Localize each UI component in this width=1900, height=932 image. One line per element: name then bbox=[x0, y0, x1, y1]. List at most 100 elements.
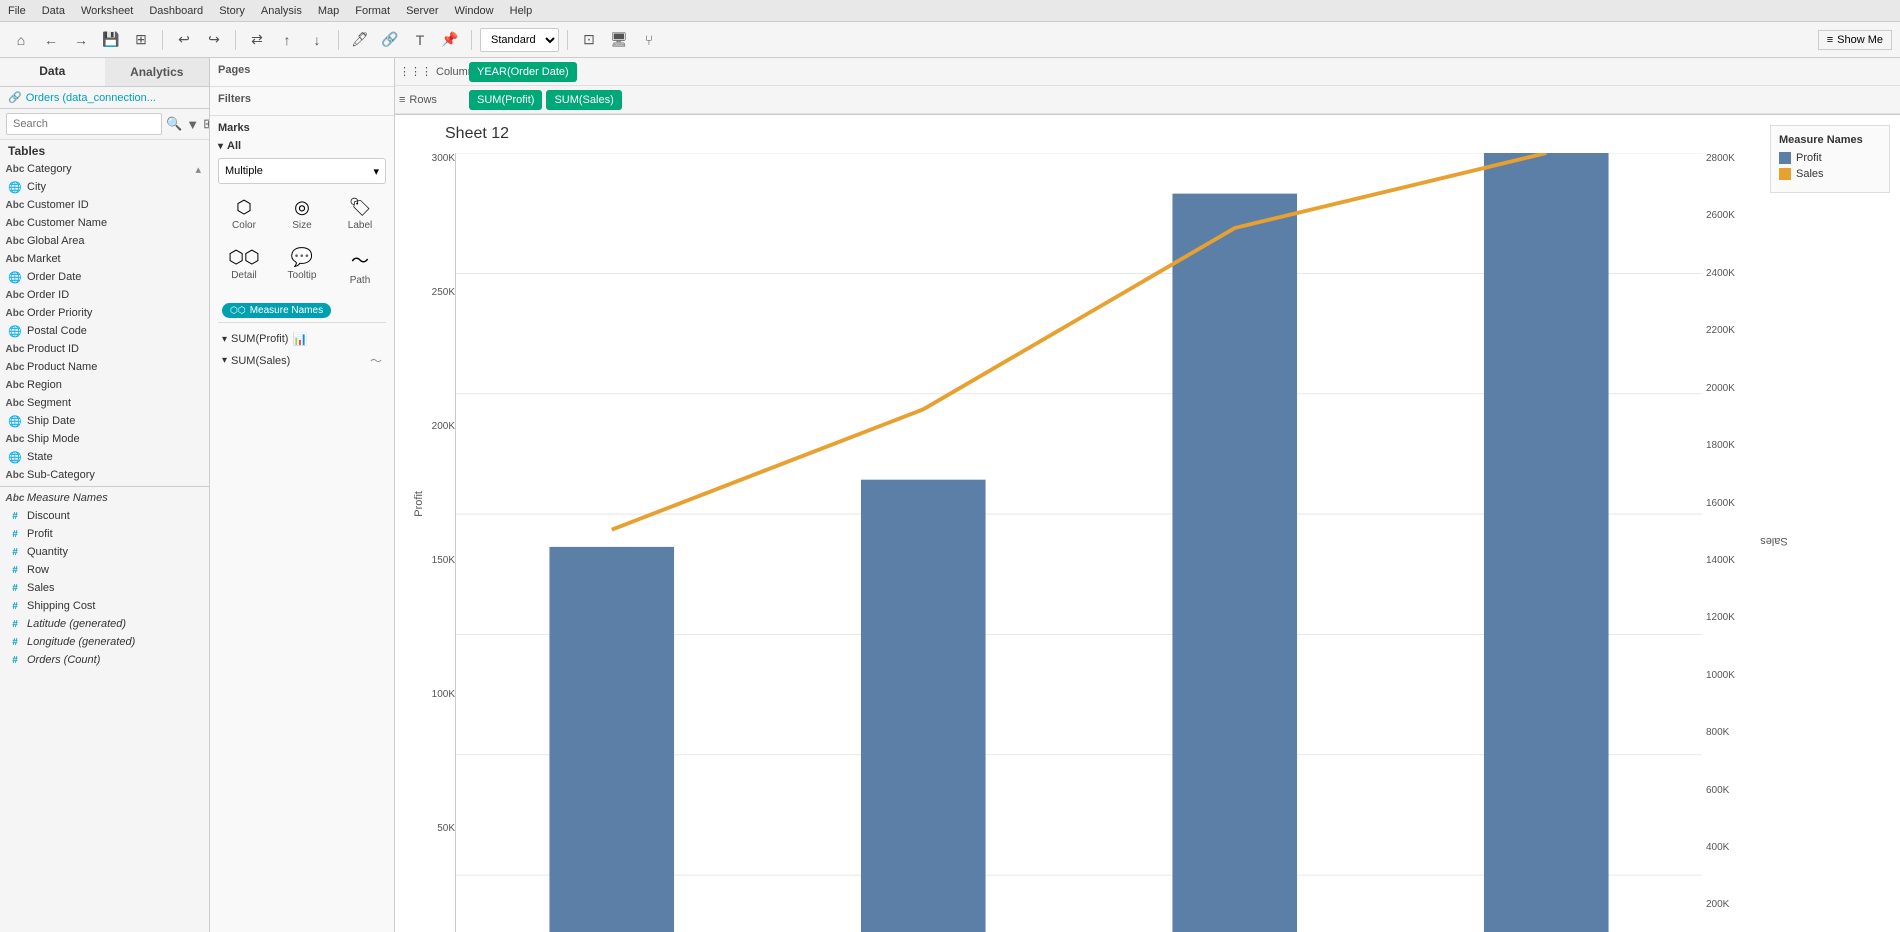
measure-names-chip[interactable]: Measure Names bbox=[222, 303, 331, 318]
show-me-button[interactable]: ≡ Show Me bbox=[1818, 30, 1892, 50]
sum-sales-arrow: ▾ bbox=[222, 355, 227, 366]
field-item-segment[interactable]: AbcSegment bbox=[0, 394, 209, 412]
marks-type-dropdown[interactable]: Multiple ▾ bbox=[218, 158, 386, 184]
field-item-state[interactable]: 🌐State bbox=[0, 448, 209, 466]
field-item-quantity[interactable]: #Quantity bbox=[0, 543, 209, 561]
standard-dropdown[interactable]: Standard bbox=[480, 28, 559, 52]
share-button[interactable]: ⑂ bbox=[636, 27, 662, 53]
swap-button[interactable]: ⇄ bbox=[244, 27, 270, 53]
detail-mark[interactable]: ⬡⬡ Detail bbox=[218, 242, 270, 291]
pin-button[interactable]: 📌 bbox=[437, 27, 463, 53]
undo-button[interactable]: ← bbox=[38, 27, 64, 53]
view-toggle-icon[interactable]: ⊞ bbox=[203, 116, 210, 132]
menu-analysis[interactable]: Analysis bbox=[261, 5, 302, 17]
field-item-product-id[interactable]: AbcProduct ID bbox=[0, 340, 209, 358]
field-item-longitude-(generated)[interactable]: # Longitude (generated) bbox=[0, 633, 209, 651]
menu-dashboard[interactable]: Dashboard bbox=[149, 5, 203, 17]
field-label: Category bbox=[27, 163, 72, 175]
field-item-global-area[interactable]: AbcGlobal Area bbox=[0, 232, 209, 250]
field-item-order-priority[interactable]: AbcOrder Priority bbox=[0, 304, 209, 322]
field-item-order-id[interactable]: AbcOrder ID bbox=[0, 286, 209, 304]
home-icon[interactable]: ⌂ bbox=[8, 27, 34, 53]
field-item-orders-(count)[interactable]: #Orders (Count) bbox=[0, 651, 209, 669]
highlight-button[interactable]: 🖊 bbox=[347, 27, 373, 53]
field-label: Sales bbox=[27, 582, 55, 594]
menu-window[interactable]: Window bbox=[455, 5, 494, 17]
field-item-discount[interactable]: #Discount bbox=[0, 507, 209, 525]
field-label: Longitude (generated) bbox=[27, 636, 135, 648]
sort-asc-button[interactable]: ↑ bbox=[274, 27, 300, 53]
sort-desc-button[interactable]: ↓ bbox=[304, 27, 330, 53]
menu-file[interactable]: File bbox=[8, 5, 26, 17]
pages-title: Pages bbox=[218, 64, 386, 76]
device-button[interactable]: 🖥 bbox=[606, 27, 632, 53]
data-source-row[interactable]: 🔗 Orders (data_connection... bbox=[0, 87, 209, 109]
shelf-area: ⋮⋮⋮ Columns YEAR(Order Date) ≡ Rows SUM(… bbox=[395, 58, 1900, 115]
field-item-shipping-cost[interactable]: #Shipping Cost bbox=[0, 597, 209, 615]
search-input[interactable] bbox=[6, 113, 162, 135]
y-tick-100k: 100K bbox=[432, 689, 455, 700]
field-item-customer-id[interactable]: AbcCustomer ID bbox=[0, 196, 209, 214]
sum-sales-pill[interactable]: SUM(Sales) bbox=[546, 90, 621, 110]
pages-section: Pages bbox=[210, 58, 394, 87]
field-item-city[interactable]: 🌐City bbox=[0, 178, 209, 196]
sum-profit-pill[interactable]: SUM(Profit) bbox=[469, 90, 542, 110]
field-item-market[interactable]: AbcMarket bbox=[0, 250, 209, 268]
menu-map[interactable]: Map bbox=[318, 5, 339, 17]
path-mark[interactable]: 〜 Path bbox=[334, 242, 386, 291]
color-mark[interactable]: ⬡ Color bbox=[218, 192, 270, 236]
field-item-sub-category[interactable]: AbcSub-Category bbox=[0, 466, 209, 484]
field-item-row[interactable]: #Row bbox=[0, 561, 209, 579]
year-order-date-pill[interactable]: YEAR(Order Date) bbox=[469, 62, 577, 82]
field-item-ship-mode[interactable]: AbcShip Mode bbox=[0, 430, 209, 448]
field-item-latitude-(generated)[interactable]: #Latitude (generated) bbox=[0, 615, 209, 633]
fix-axes-button[interactable]: ⊡ bbox=[576, 27, 602, 53]
link-button[interactable]: 🔗 bbox=[377, 27, 403, 53]
menu-story[interactable]: Story bbox=[219, 5, 245, 17]
field-icon-abc: Abc bbox=[8, 162, 22, 176]
sum-profit-item[interactable]: ▾ SUM(Profit) 📊 bbox=[218, 329, 386, 349]
size-label: Size bbox=[292, 220, 311, 231]
redo-button[interactable]: → bbox=[68, 27, 94, 53]
menu-server[interactable]: Server bbox=[406, 5, 438, 17]
field-item-profit[interactable]: #Profit bbox=[0, 525, 209, 543]
size-mark[interactable]: ◎ Size bbox=[276, 192, 328, 236]
search-icon[interactable]: 🔍 bbox=[166, 116, 182, 132]
annotate-button[interactable]: T bbox=[407, 27, 433, 53]
menu-data[interactable]: Data bbox=[42, 5, 65, 17]
field-label: Measure Names bbox=[27, 492, 108, 504]
field-icon-abc: Abc bbox=[8, 432, 22, 446]
field-icon-hash: # bbox=[8, 563, 22, 577]
bar-2012[interactable] bbox=[861, 480, 986, 932]
redo2-button[interactable]: ↪ bbox=[201, 27, 227, 53]
filter-icon[interactable]: ▼ bbox=[186, 117, 199, 132]
save-button[interactable]: 💾 bbox=[98, 27, 124, 53]
field-item-ship-date[interactable]: 🌐Ship Date bbox=[0, 412, 209, 430]
tab-analytics[interactable]: Analytics bbox=[105, 58, 210, 86]
bar-2013[interactable] bbox=[1172, 194, 1297, 932]
new-datasource-button[interactable]: ⊞ bbox=[128, 27, 154, 53]
field-item-region[interactable]: AbcRegion bbox=[0, 376, 209, 394]
undo2-button[interactable]: ↩ bbox=[171, 27, 197, 53]
field-item-product-name[interactable]: AbcProduct Name bbox=[0, 358, 209, 376]
tooltip-icon: 💬 bbox=[291, 247, 313, 268]
menu-format[interactable]: Format bbox=[355, 5, 390, 17]
bar-2014[interactable] bbox=[1484, 153, 1609, 932]
field-icon-hash_italic: # bbox=[8, 635, 22, 649]
field-item-postal-code[interactable]: 🌐Postal Code bbox=[0, 322, 209, 340]
menu-help[interactable]: Help bbox=[510, 5, 533, 17]
tab-data[interactable]: Data bbox=[0, 58, 105, 86]
menu-worksheet[interactable]: Worksheet bbox=[81, 5, 133, 17]
sum-profit-arrow: ▾ bbox=[222, 334, 227, 345]
label-mark[interactable]: 🏷 Label bbox=[334, 192, 386, 236]
middle-panel: Pages Filters Marks ▾ All Multiple ▾ ⬡ C… bbox=[210, 58, 395, 932]
rows-shelf: ≡ Rows SUM(Profit) SUM(Sales) bbox=[395, 86, 1900, 114]
field-item-category[interactable]: AbcCategory▴ bbox=[0, 160, 209, 178]
field-item-measure-names[interactable]: AbcMeasure Names bbox=[0, 489, 209, 507]
field-item-sales[interactable]: #Sales bbox=[0, 579, 209, 597]
field-item-order-date[interactable]: 🌐Order Date bbox=[0, 268, 209, 286]
tooltip-mark[interactable]: 💬 Tooltip bbox=[276, 242, 328, 291]
sum-sales-item[interactable]: ▾ SUM(Sales) 〜 bbox=[218, 349, 386, 372]
field-item-customer-name[interactable]: AbcCustomer Name bbox=[0, 214, 209, 232]
bar-2011[interactable] bbox=[549, 547, 674, 932]
